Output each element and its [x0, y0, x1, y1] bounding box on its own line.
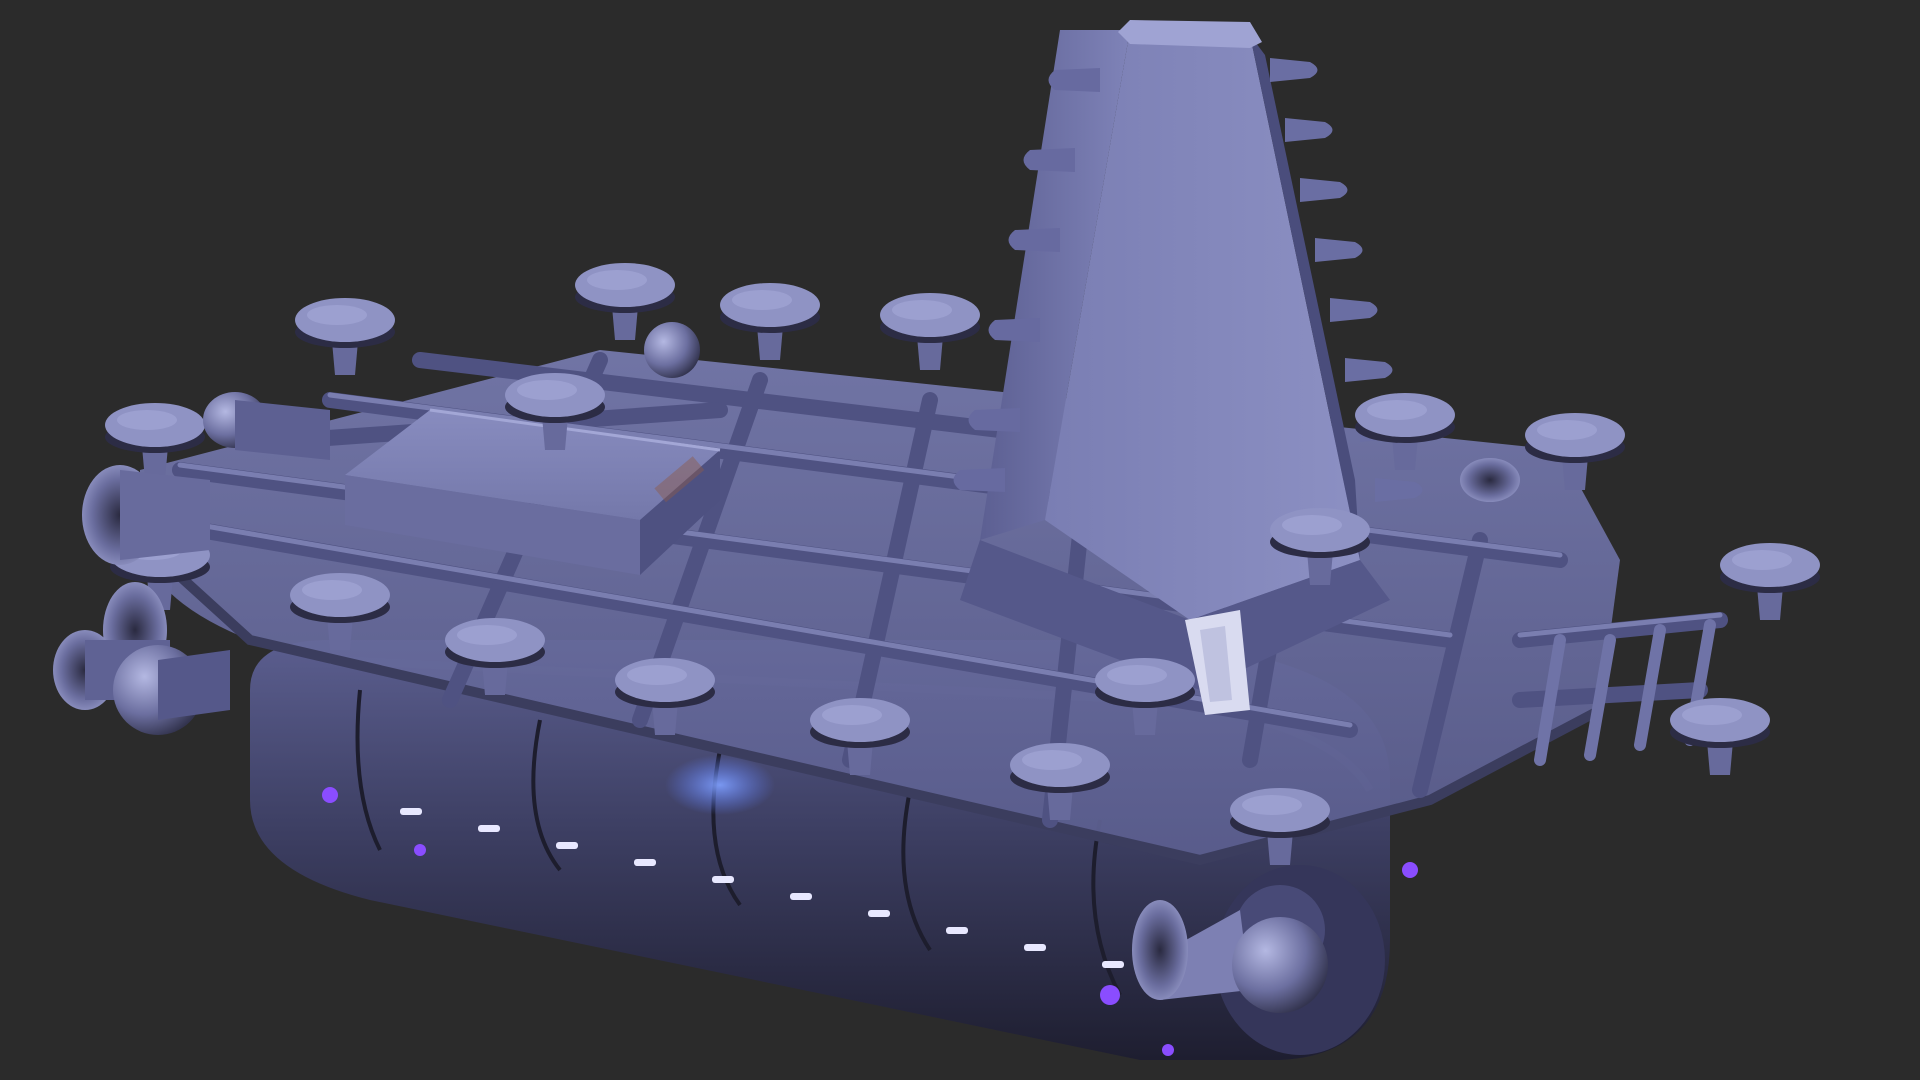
- hull-window-light: [400, 808, 422, 815]
- cone-fin: [988, 318, 1040, 342]
- cone-fin: [1300, 178, 1348, 202]
- cone-fin: [953, 468, 1005, 492]
- cone-fin: [1285, 118, 1333, 142]
- cone-fin: [968, 408, 1020, 432]
- dish-turret: [1720, 543, 1820, 620]
- cone-fin: [1023, 148, 1075, 172]
- dish-turret: [1670, 698, 1770, 775]
- hull-window-light: [1102, 961, 1124, 968]
- cone-fin: [1330, 298, 1378, 322]
- hull-window-light: [790, 893, 812, 900]
- dish-turret: [720, 283, 820, 360]
- hull-window-light: [712, 876, 734, 883]
- dish-turret: [880, 293, 980, 370]
- hull-window-light: [868, 910, 890, 917]
- cone-fin: [1008, 228, 1060, 252]
- hull-window-light: [478, 825, 500, 832]
- cone-fin: [1345, 358, 1393, 382]
- cone-fin: [1270, 58, 1318, 82]
- hull-window-light: [1024, 944, 1046, 951]
- dish-turret: [295, 298, 395, 375]
- cone-fin: [1048, 68, 1100, 92]
- hull-window-light: [634, 859, 656, 866]
- hull-window-light: [556, 842, 578, 849]
- hull-window-light: [946, 927, 968, 934]
- spaceship-render: [53, 20, 1820, 1060]
- cone-fin: [1315, 238, 1363, 262]
